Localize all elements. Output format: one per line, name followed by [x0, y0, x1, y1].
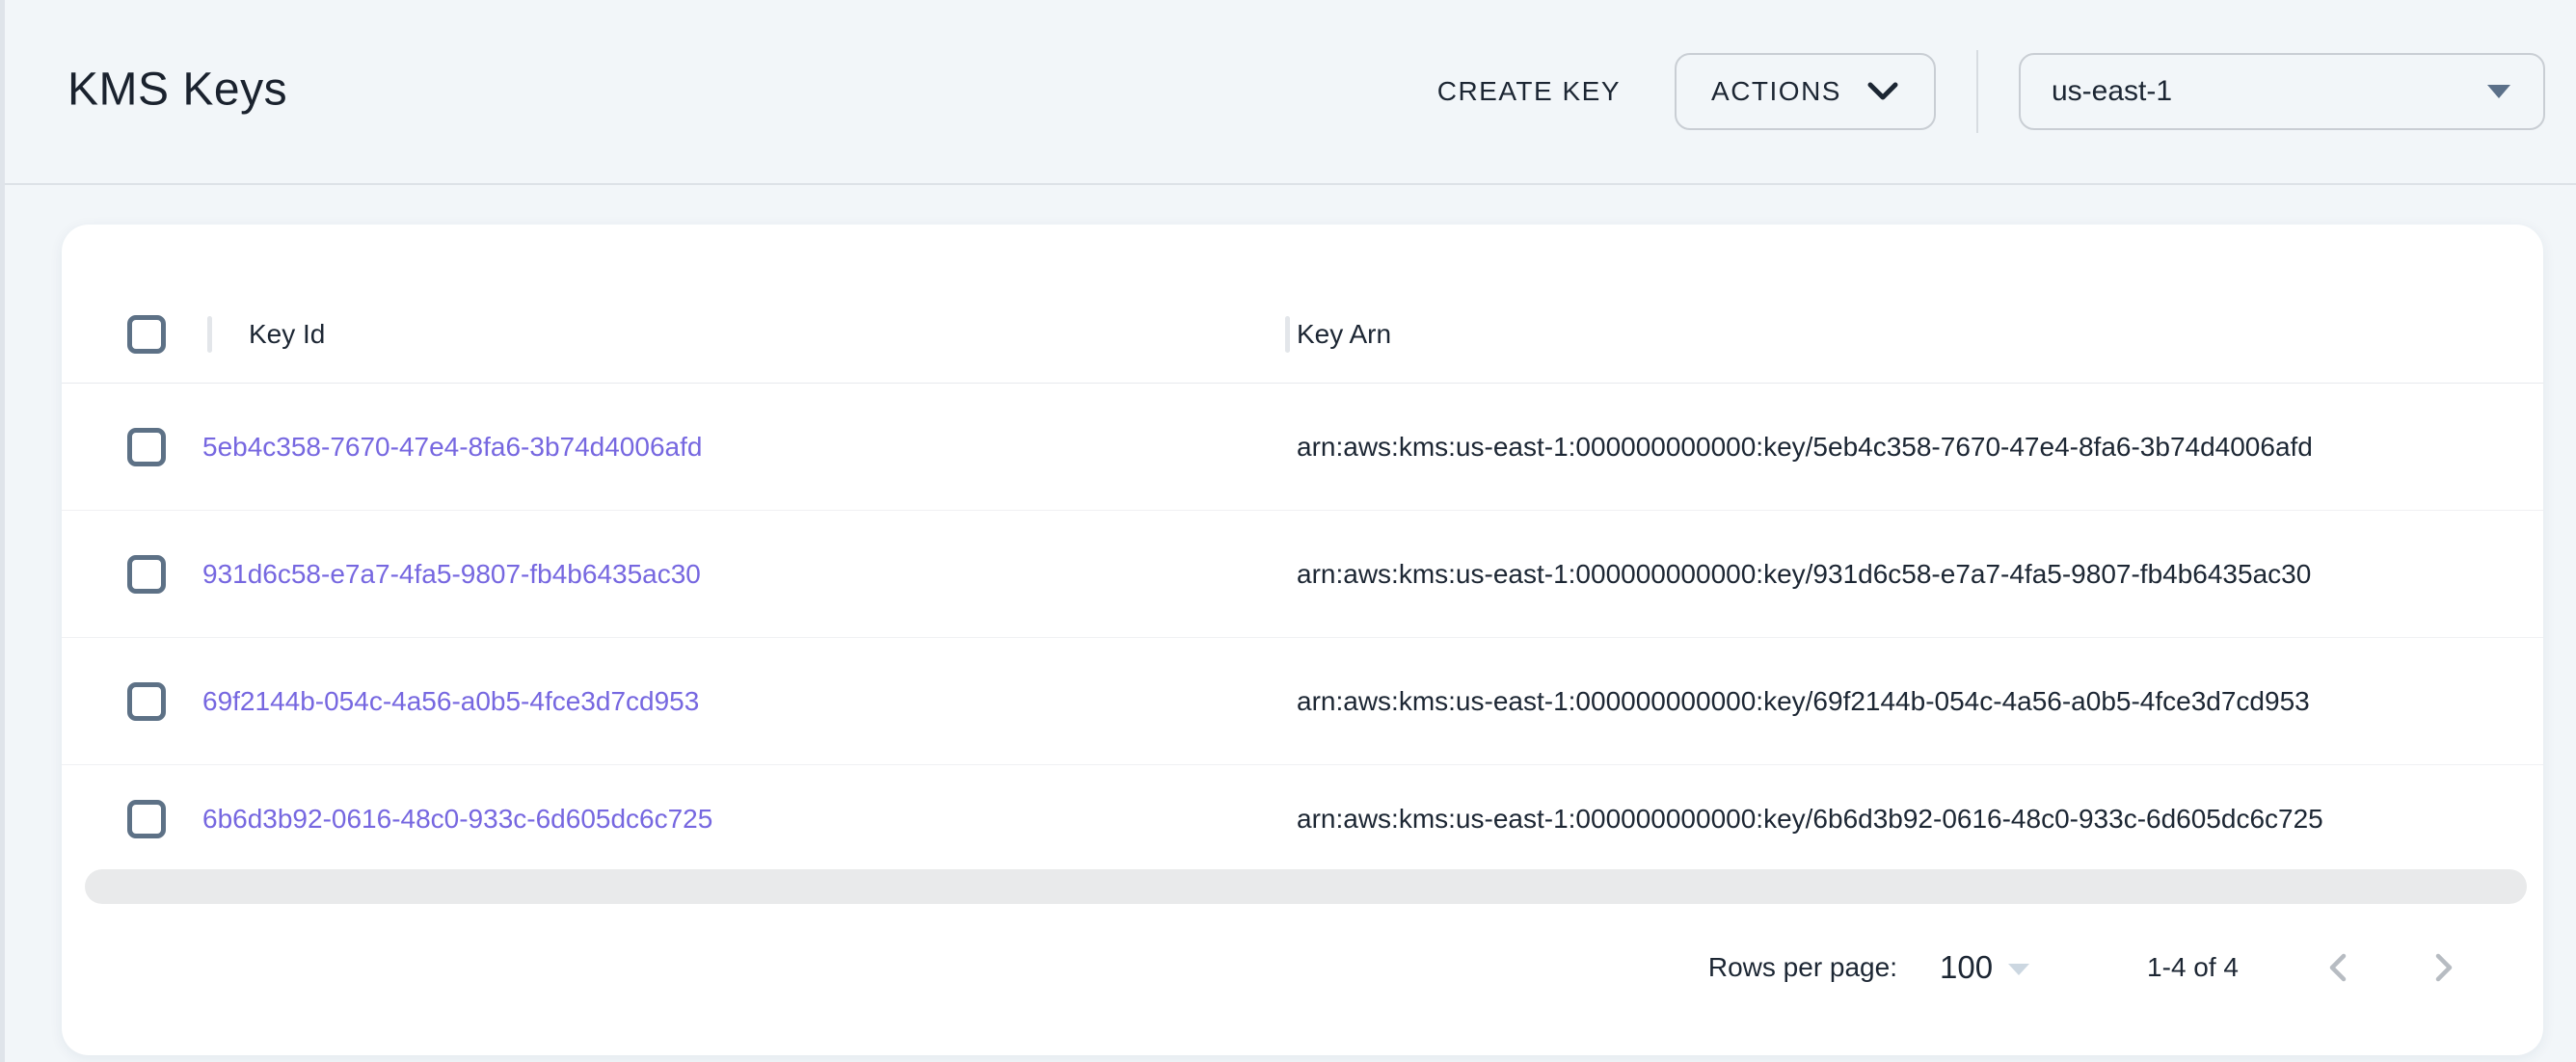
table-row[interactable]: 69f2144b-054c-4a56-a0b5-4fce3d7cd953 arn…: [62, 638, 2543, 765]
horizontal-scrollbar: [62, 869, 2543, 904]
select-all-checkbox[interactable]: [127, 315, 166, 354]
row-checkbox[interactable]: [127, 555, 166, 594]
chevron-down-icon: [1866, 81, 1899, 102]
column-separator: [207, 316, 212, 353]
key-id-link[interactable]: 931d6c58-e7a7-4fa5-9807-fb4b6435ac30: [202, 559, 701, 590]
kms-keys-screen: KMS Keys CREATE KEY ACTIONS us-east-1 Ke…: [0, 0, 2576, 1062]
table-row[interactable]: 6b6d3b92-0616-48c0-933c-6d605dc6c725 arn…: [62, 765, 2543, 873]
page-title: KMS Keys: [67, 63, 287, 116]
key-arn-cell: arn:aws:kms:us-east-1:000000000000:key/6…: [1297, 804, 2323, 835]
table-row[interactable]: 5eb4c358-7670-47e4-8fa6-3b74d4006afd arn…: [62, 384, 2543, 511]
topbar-controls: CREATE KEY ACTIONS us-east-1: [1410, 0, 2545, 183]
create-key-button[interactable]: CREATE KEY: [1410, 59, 1648, 124]
table-row[interactable]: 931d6c58-e7a7-4fa5-9807-fb4b6435ac30 arn…: [62, 511, 2543, 638]
next-page-button[interactable]: [2412, 937, 2474, 998]
key-id-link[interactable]: 6b6d3b92-0616-48c0-933c-6d605dc6c725: [202, 804, 712, 835]
chevron-right-icon: [2428, 951, 2457, 984]
chevron-left-icon: [2324, 951, 2353, 984]
pagination-bar: Rows per page: 100 1-4 of 4: [62, 915, 2543, 1021]
region-select[interactable]: us-east-1: [2019, 53, 2545, 130]
rows-per-page-value: 100: [1940, 949, 1993, 986]
key-id-link[interactable]: 5eb4c358-7670-47e4-8fa6-3b74d4006afd: [202, 432, 702, 463]
table-header-row: Key Id Key Arn: [62, 286, 2543, 384]
row-checkbox[interactable]: [127, 428, 166, 466]
table-body: 5eb4c358-7670-47e4-8fa6-3b74d4006afd arn…: [62, 384, 2543, 873]
key-arn-cell: arn:aws:kms:us-east-1:000000000000:key/6…: [1297, 686, 2310, 717]
region-select-value: us-east-1: [2052, 75, 2172, 108]
previous-page-button[interactable]: [2308, 937, 2370, 998]
pagination-range-label: 1-4 of 4: [2147, 952, 2239, 983]
actions-button-label: ACTIONS: [1711, 76, 1841, 107]
key-arn-cell: arn:aws:kms:us-east-1:000000000000:key/9…: [1297, 559, 2311, 590]
row-checkbox[interactable]: [127, 800, 166, 838]
topbar: KMS Keys CREATE KEY ACTIONS us-east-1: [5, 0, 2576, 185]
key-id-link[interactable]: 69f2144b-054c-4a56-a0b5-4fce3d7cd953: [202, 686, 699, 717]
select-arrow-icon: [2008, 964, 2029, 975]
rows-per-page-label: Rows per page:: [1708, 952, 1897, 983]
key-arn-cell: arn:aws:kms:us-east-1:000000000000:key/5…: [1297, 432, 2313, 463]
row-checkbox[interactable]: [127, 682, 166, 721]
dropdown-arrow-icon: [2487, 85, 2510, 98]
actions-button[interactable]: ACTIONS: [1675, 53, 1936, 130]
keys-table-card: Key Id Key Arn 5eb4c358-7670-47e4-8fa6-3…: [62, 225, 2543, 1055]
column-separator: [1285, 316, 1290, 353]
column-header-key-arn[interactable]: Key Arn: [1297, 319, 1391, 350]
column-header-key-id[interactable]: Key Id: [249, 319, 325, 350]
topbar-divider: [1976, 50, 1978, 133]
horizontal-scrollbar-thumb[interactable]: [85, 869, 2527, 904]
rows-per-page-select[interactable]: 100: [1940, 949, 2029, 986]
